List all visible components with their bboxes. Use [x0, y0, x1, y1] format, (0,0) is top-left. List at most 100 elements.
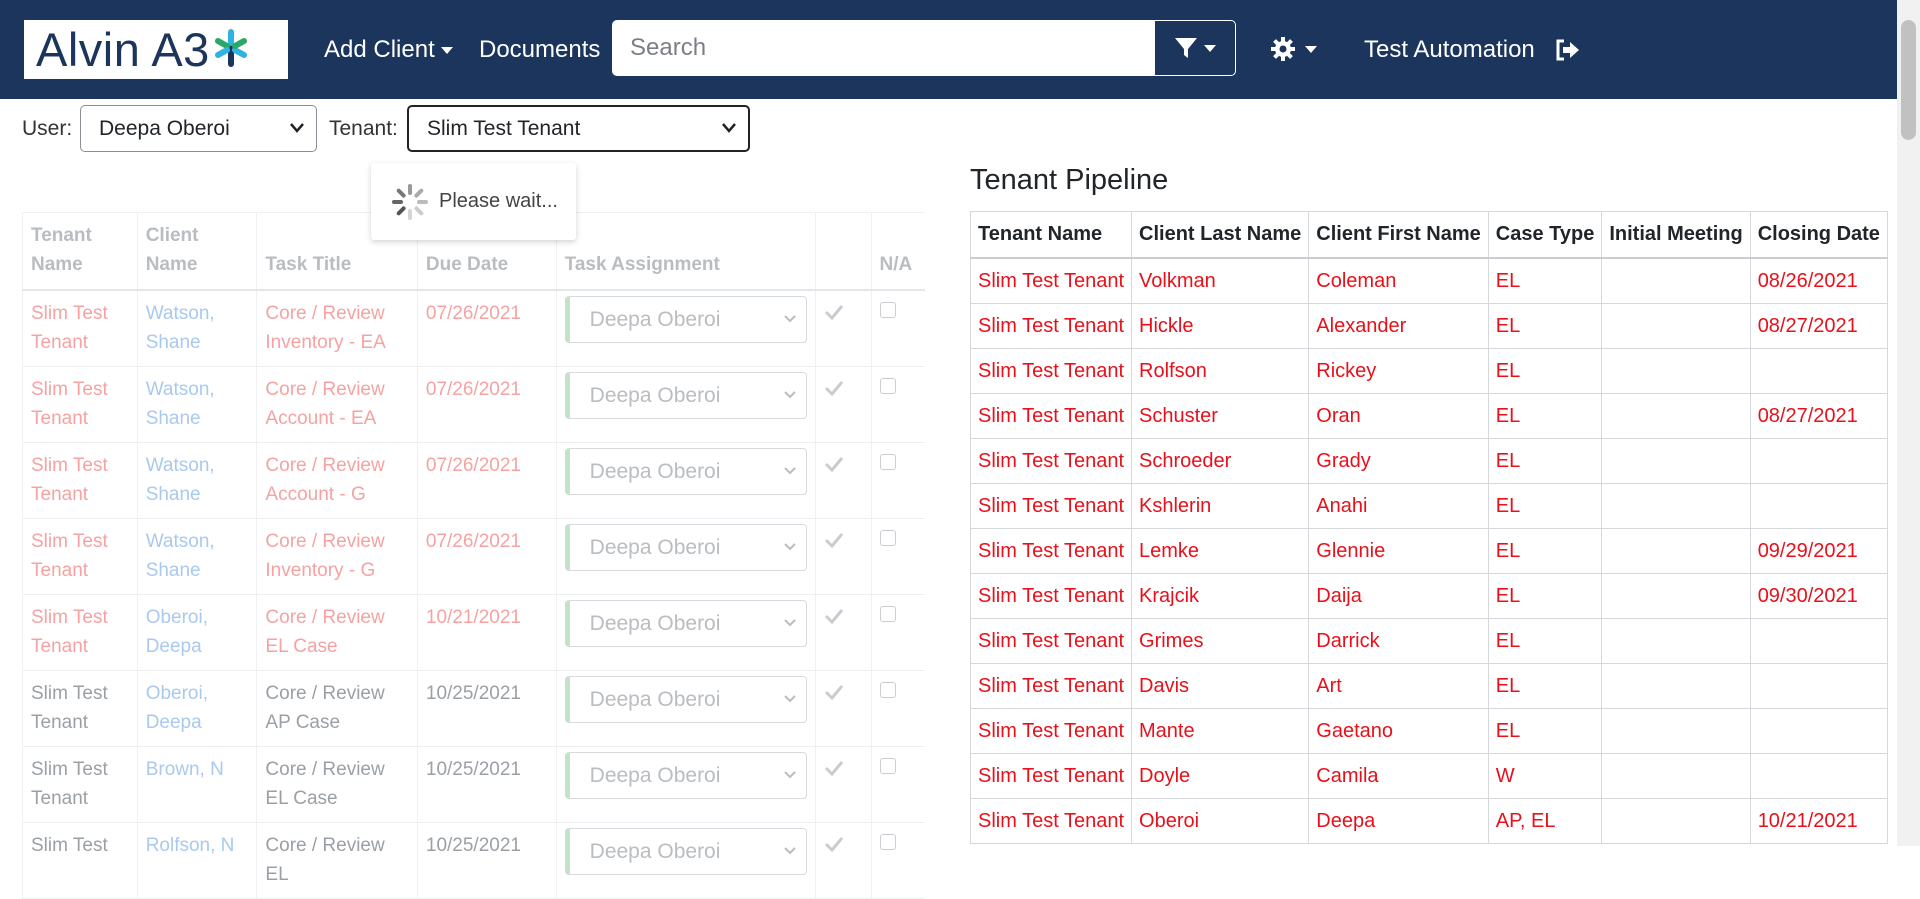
col-header-initial-meeting[interactable]: Initial Meeting [1601, 211, 1751, 259]
task-assignment-select[interactable]: Deepa Oberoi [564, 828, 807, 875]
col-header-task-assignment[interactable]: Task Assignment [555, 212, 816, 291]
chevron-down-icon [783, 618, 796, 626]
sign-out-icon[interactable] [1555, 39, 1581, 61]
na-checkbox[interactable] [879, 834, 896, 850]
pipeline-last-name: Doyle [1131, 753, 1310, 799]
col-header-tenant-name[interactable]: Tenant Name [969, 211, 1133, 259]
task-assignment-select[interactable]: Deepa Oberoi [564, 752, 807, 799]
checkmark-icon[interactable] [824, 380, 844, 397]
checkmark-icon[interactable] [824, 760, 844, 777]
pipeline-row[interactable]: Slim Test Tenant Volkman Coleman EL 08/26/20… [969, 257, 1888, 304]
pipeline-closing-date: 09/30/2021 [1749, 573, 1888, 619]
pipeline-last-name: Mante [1131, 708, 1310, 754]
col-header-na[interactable]: N/A [870, 212, 925, 291]
task-complete-cell [814, 518, 871, 595]
task-title: Core / Review Account - EA [256, 366, 418, 443]
checkmark-icon[interactable] [824, 456, 844, 473]
chevron-down-icon [440, 47, 453, 55]
pipeline-initial-meeting [1601, 708, 1751, 754]
col-header-client-first-name[interactable]: Client First Name [1308, 211, 1489, 259]
settings-menu[interactable] [1271, 37, 1317, 61]
task-client-link[interactable]: Watson, Shane [136, 366, 257, 443]
na-checkbox[interactable] [879, 378, 896, 394]
na-checkbox[interactable] [879, 758, 896, 774]
pipeline-first-name: Art [1308, 663, 1489, 709]
pipeline-case-type: AP, EL [1487, 798, 1603, 844]
scrollbar-thumb[interactable] [1901, 20, 1916, 140]
task-assignment-cell: Deepa Oberoi [555, 670, 816, 747]
pipeline-first-name: Darrick [1308, 618, 1489, 664]
na-checkbox[interactable] [879, 682, 896, 698]
pipeline-first-name: Deepa [1308, 798, 1489, 844]
task-client-link[interactable]: Watson, Shane [136, 290, 257, 367]
user-select[interactable]: Deepa Oberoi [80, 105, 317, 152]
pipeline-row[interactable]: Slim Test Tenant Davis Art EL [969, 663, 1888, 709]
pipeline-row[interactable]: Slim Test Tenant Oberoi Deepa AP, EL 10/21/2… [969, 798, 1888, 844]
task-row: Slim Test Tenant Oberoi, Deepa Core / Revi… [22, 670, 925, 747]
search-filter-button[interactable] [1154, 20, 1236, 76]
pipeline-tenant: Slim Test Tenant [969, 618, 1133, 664]
pipeline-case-type: EL [1487, 348, 1603, 394]
pipeline-row[interactable]: Slim Test Tenant Schroeder Grady EL [969, 438, 1888, 484]
col-header-client-name[interactable]: Client Name [136, 212, 257, 291]
checkmark-icon[interactable] [824, 608, 844, 625]
task-due-date: 10/25/2021 [416, 670, 557, 747]
search-input[interactable] [612, 20, 1154, 76]
task-assignment-select[interactable]: Deepa Oberoi [564, 524, 807, 571]
task-client-link[interactable]: Watson, Shane [136, 442, 257, 519]
page-scrollbar[interactable] [1897, 0, 1920, 846]
pipeline-table: Tenant Name Client Last Name Client Firs… [969, 211, 1888, 844]
pipeline-closing-date: 08/27/2021 [1749, 303, 1888, 349]
na-checkbox[interactable] [879, 302, 896, 318]
current-user-link[interactable]: Test Automation [1364, 36, 1535, 64]
task-assignment-select[interactable]: Deepa Oberoi [564, 600, 807, 647]
pipeline-closing-date [1749, 708, 1888, 754]
na-checkbox[interactable] [879, 606, 896, 622]
task-due-date: 07/26/2021 [416, 366, 557, 443]
col-header-case-type[interactable]: Case Type [1487, 211, 1603, 259]
pipeline-last-name: Rolfson [1131, 348, 1310, 394]
task-na-cell [870, 594, 925, 671]
pipeline-row[interactable]: Slim Test Tenant Doyle Camila W [969, 753, 1888, 799]
pipeline-row[interactable]: Slim Test Tenant Schuster Oran EL 08/27/2021 [969, 393, 1888, 439]
task-client-link[interactable]: Oberoi, Deepa [136, 594, 257, 671]
col-header-closing-date[interactable]: Closing Date [1749, 211, 1888, 259]
task-client-link[interactable]: Watson, Shane [136, 518, 257, 595]
pipeline-row[interactable]: Slim Test Tenant Lemke Glennie EL 09/29/2021 [969, 528, 1888, 574]
documents-link[interactable]: Documents [479, 36, 600, 64]
checkmark-icon[interactable] [824, 684, 844, 701]
col-header-client-last-name[interactable]: Client Last Name [1131, 211, 1310, 259]
pipeline-tenant: Slim Test Tenant [969, 303, 1133, 349]
pipeline-row[interactable]: Slim Test Tenant Hickle Alexander EL 08/27/2… [969, 303, 1888, 349]
pipeline-row[interactable]: Slim Test Tenant Rolfson Rickey EL [969, 348, 1888, 394]
task-client-link[interactable]: Oberoi, Deepa [136, 670, 257, 747]
task-assignment-select[interactable]: Deepa Oberoi [564, 296, 807, 343]
na-checkbox[interactable] [879, 454, 896, 470]
task-assignment-select[interactable]: Deepa Oberoi [564, 372, 807, 419]
pipeline-row[interactable]: Slim Test Tenant Krajcik Daija EL 09/30/2021 [969, 573, 1888, 619]
pipeline-first-name: Coleman [1308, 257, 1489, 304]
task-title: Core / Review EL Case [256, 746, 418, 823]
task-client-link[interactable]: Brown, N [136, 746, 257, 823]
task-row: Slim Test Tenant Watson, Shane Core / Revi… [22, 518, 925, 595]
pipeline-tenant: Slim Test Tenant [969, 573, 1133, 619]
task-assignment-select[interactable]: Deepa Oberoi [564, 676, 807, 723]
pipeline-row[interactable]: Slim Test Tenant Grimes Darrick EL [969, 618, 1888, 664]
checkmark-icon[interactable] [824, 304, 844, 321]
na-checkbox[interactable] [879, 530, 896, 546]
app-logo[interactable]: Alvin A3 [24, 20, 288, 79]
task-assignment-select[interactable]: Deepa Oberoi [564, 448, 807, 495]
checkmark-icon[interactable] [824, 836, 844, 853]
task-tenant: Slim Test [22, 822, 138, 899]
pipeline-row[interactable]: Slim Test Tenant Kshlerin Anahi EL [969, 483, 1888, 529]
task-tenant: Slim Test Tenant [22, 442, 138, 519]
tenant-select[interactable]: Slim Test Tenant [407, 105, 750, 152]
pipeline-row[interactable]: Slim Test Tenant Mante Gaetano EL [969, 708, 1888, 754]
checkmark-icon[interactable] [824, 532, 844, 549]
col-header-tenant-name[interactable]: Tenant Name [22, 212, 138, 291]
task-tenant: Slim Test Tenant [22, 746, 138, 823]
pipeline-initial-meeting [1601, 303, 1751, 349]
task-assignment-cell: Deepa Oberoi [555, 746, 816, 823]
add-client-menu[interactable]: Add Client [324, 36, 453, 64]
task-client-link[interactable]: Rolfson, N [136, 822, 257, 899]
